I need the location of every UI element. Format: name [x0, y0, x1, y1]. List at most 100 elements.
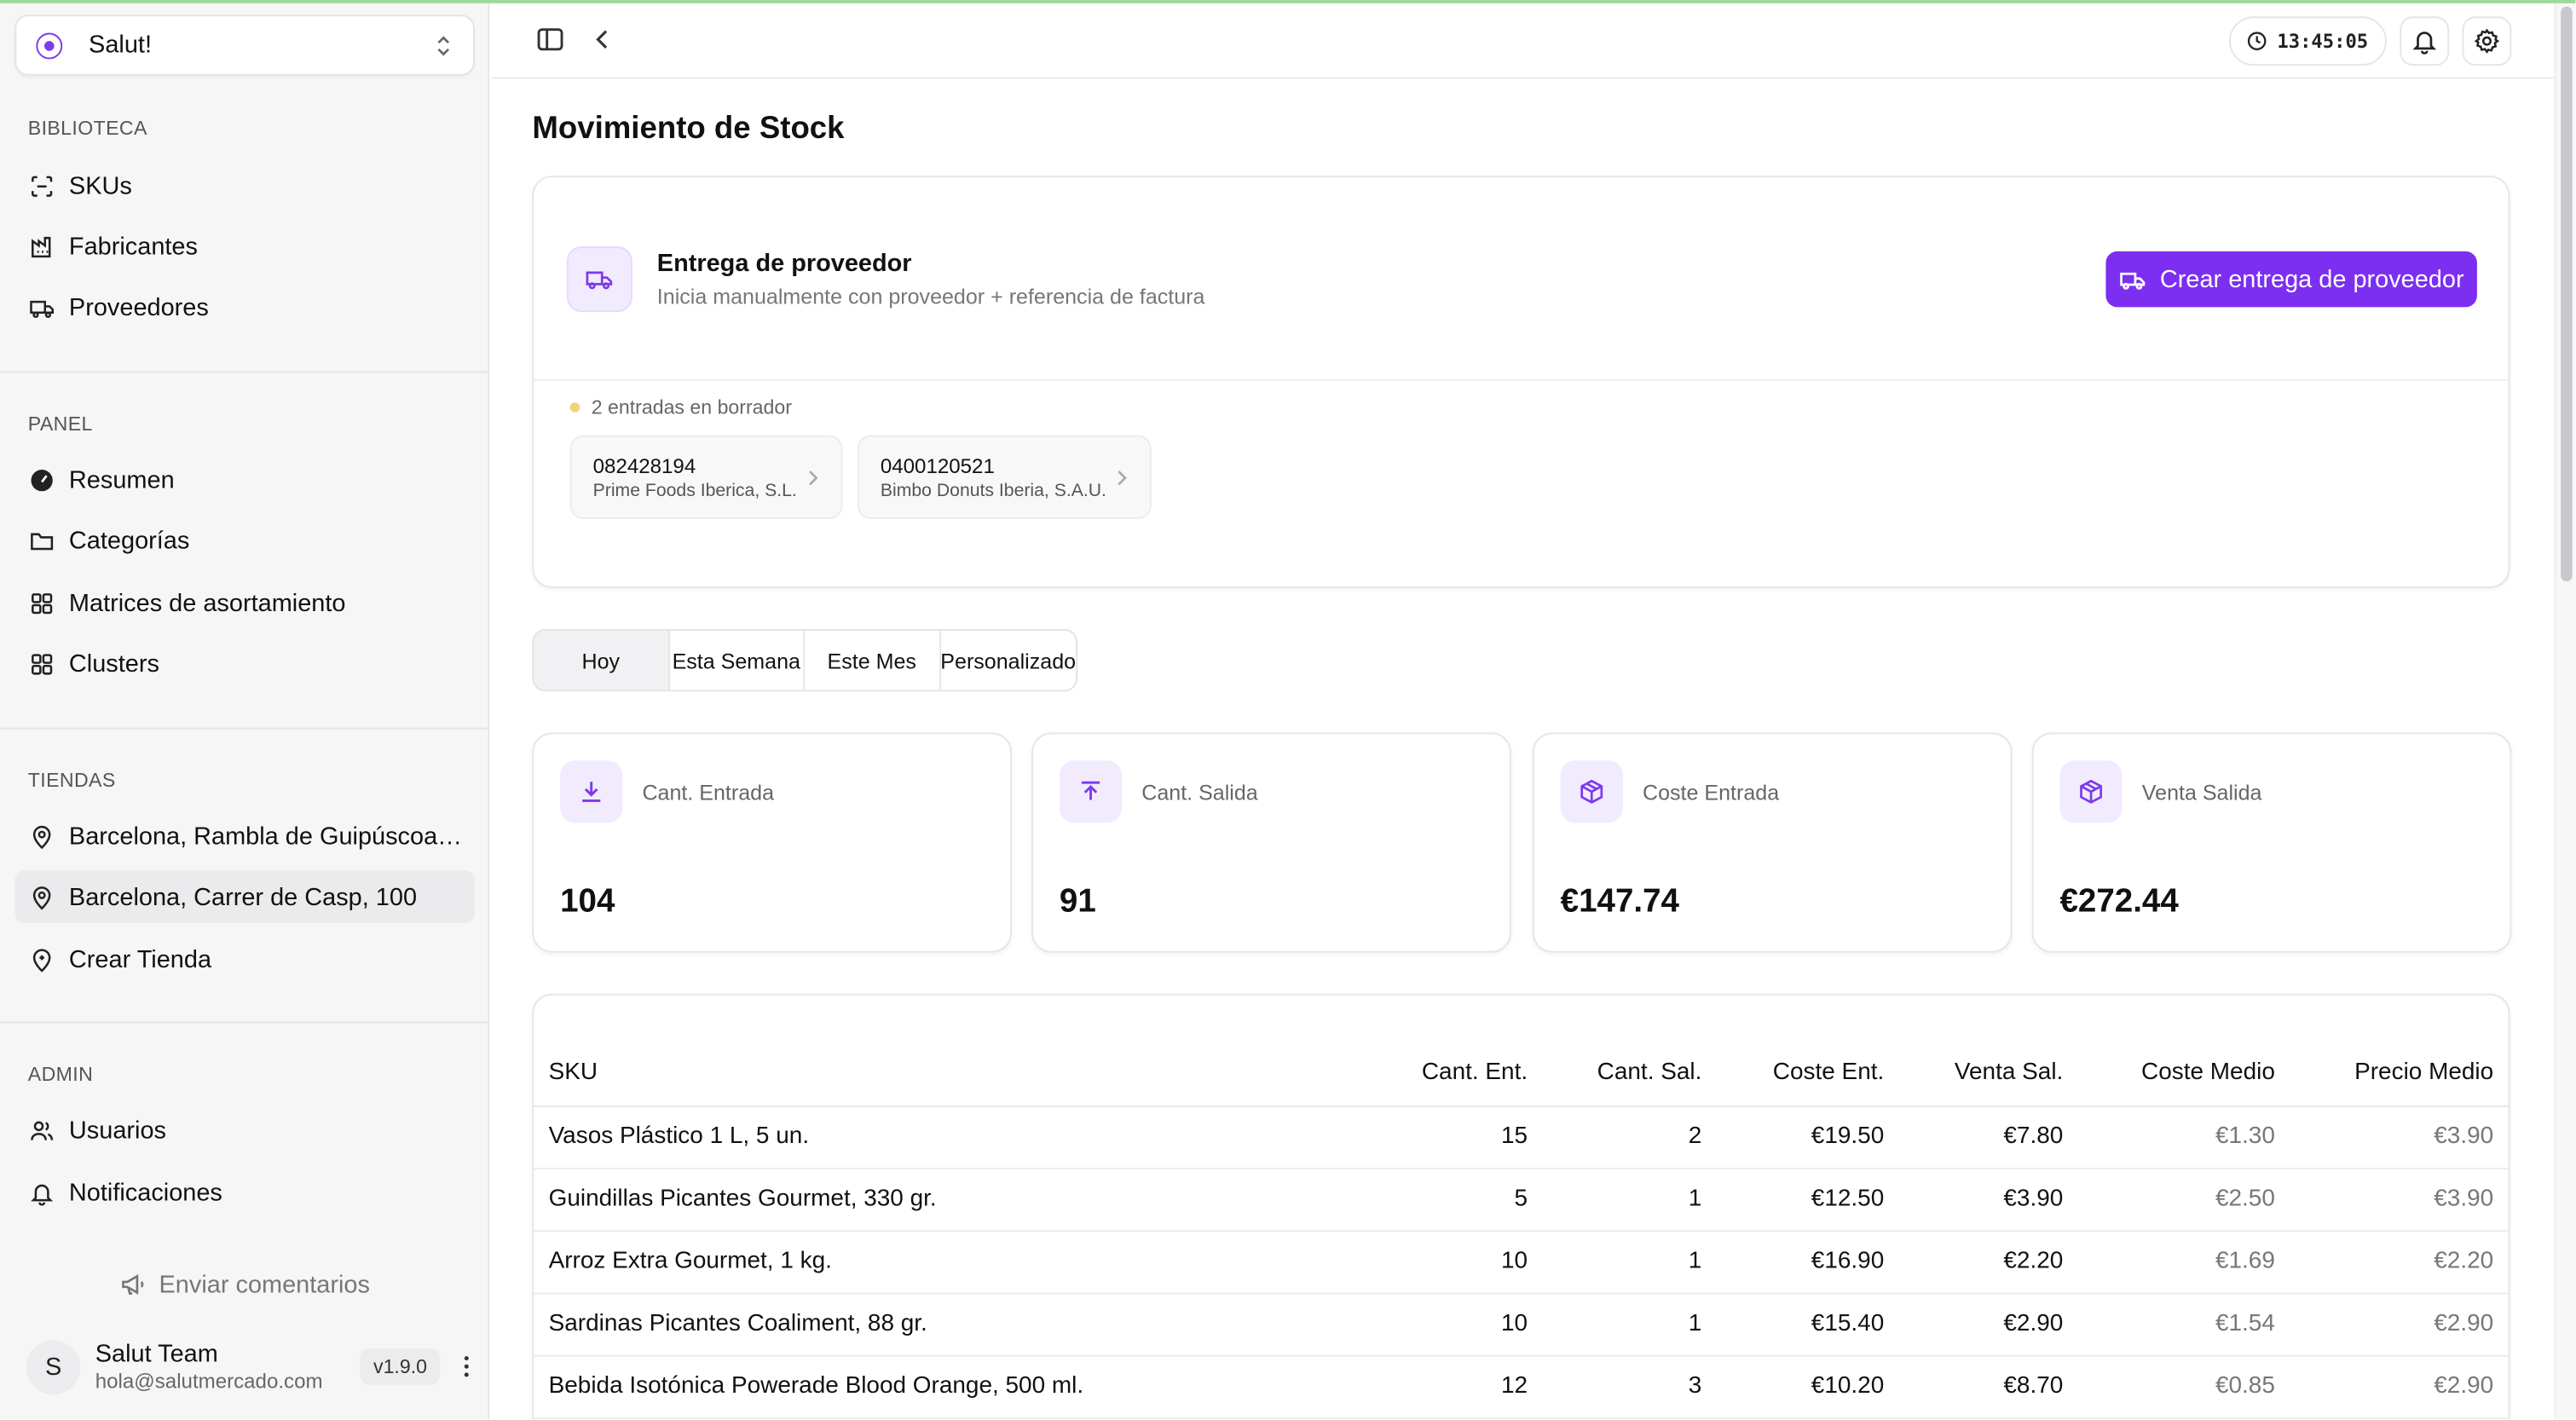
sidebar-item-label: Fabricantes: [68, 232, 198, 261]
section-title-panel: PANEL: [27, 412, 93, 436]
table-row[interactable]: Sardinas Picantes Coaliment, 88 gr. 10 1…: [534, 1292, 2509, 1356]
drafts-count: 2 entradas en borrador: [591, 395, 792, 419]
map-pin-plus-icon: [32, 948, 51, 972]
cell-venta-sal: €7.80: [1898, 1105, 2078, 1169]
sidebar-item-crear-tienda[interactable]: Crear Tienda: [14, 933, 475, 986]
sidebar-item-label: Categorías: [68, 526, 190, 555]
sidebar-item-store-casp[interactable]: Barcelona, Carrer de Casp, 100: [14, 870, 475, 923]
download-icon: [560, 760, 623, 823]
column-header[interactable]: SKU: [534, 1041, 1355, 1106]
table-row[interactable]: Vasos Plástico 1 L, 5 un. 15 2 €19.50 €7…: [534, 1105, 2509, 1169]
sidebar-item-clusters[interactable]: Clusters: [14, 638, 475, 690]
cell-cant-sal: 1: [1542, 1230, 1717, 1294]
notifications-button[interactable]: [2400, 16, 2450, 66]
stat-value: €272.44: [2059, 883, 2179, 921]
table-row[interactable]: Bebida Isotónica Powerade Blood Orange, …: [534, 1354, 2509, 1418]
column-header[interactable]: Venta Sal.: [1898, 1041, 2078, 1106]
column-header[interactable]: Precio Medio: [2290, 1041, 2509, 1106]
user-info: Salut Team hola@salutmercado.com: [95, 1339, 361, 1394]
sidebar-item-fabricantes[interactable]: Fabricantes: [14, 220, 475, 273]
package-icon: [2059, 760, 2123, 823]
sidebar-item-label: Notificaciones: [68, 1178, 222, 1207]
sidebar-toggle-icon[interactable]: [534, 23, 567, 56]
section-title-biblioteca: BIBLIOTECA: [27, 116, 147, 140]
gear-icon: [2474, 28, 2500, 54]
sidebar-item-label: Crear Tienda: [68, 944, 212, 973]
create-supplier-delivery-button[interactable]: Crear entrega de proveedor: [2105, 251, 2477, 308]
chevron-left-icon[interactable]: [586, 23, 620, 56]
sidebar-item-resumen[interactable]: Resumen: [14, 453, 475, 506]
bell-icon: [2412, 32, 2437, 55]
cell-sku: Bebida Isotónica Powerade Blood Orange, …: [534, 1354, 1355, 1418]
more-vertical-icon[interactable]: [457, 1354, 477, 1380]
table-row[interactable]: Guindillas Picantes Gourmet, 330 gr. 5 1…: [534, 1168, 2509, 1232]
column-header[interactable]: Coste Ent.: [1716, 1041, 1899, 1106]
settings-button[interactable]: [2462, 16, 2512, 66]
chevrons-up-down-icon: [437, 35, 450, 55]
draft-supplier: Bimbo Donuts Iberia, S.A.U.: [880, 481, 1106, 501]
sidebar-item-proveedores[interactable]: Proveedores: [14, 281, 475, 334]
draft-number: 0400120521: [880, 454, 995, 478]
cell-precio-medio: €3.90: [2290, 1168, 2509, 1232]
tab-esta-semana[interactable]: Esta Semana: [669, 630, 806, 690]
sidebar-divider: [0, 371, 490, 373]
stat-label: Cant. Entrada: [642, 780, 775, 805]
package-icon: [1560, 760, 1623, 823]
draft-entry-2[interactable]: 0400120521 Bimbo Donuts Iberia, S.A.U.: [857, 435, 1152, 519]
sidebar-item-notificaciones[interactable]: Notificaciones: [14, 1166, 475, 1219]
top-accent-line: [0, 0, 2576, 3]
workspace-switcher[interactable]: Salut!: [14, 14, 475, 76]
megaphone-icon: [121, 1273, 143, 1295]
upload-icon: [1059, 760, 1123, 823]
cell-cant-ent: 12: [1354, 1354, 1543, 1418]
truck-icon: [2120, 271, 2146, 289]
sidebar-item-skus[interactable]: SKUs: [14, 159, 475, 212]
cell-cant-sal: 1: [1542, 1168, 1717, 1232]
sidebar: Salut! BIBLIOTECA SKUs Fabricantes Prove…: [0, 0, 490, 1419]
feedback-label: Enviar comentarios: [159, 1270, 370, 1299]
stat-card-coste-entrada: Coste Entrada €147.74: [1532, 732, 2013, 953]
cell-precio-medio: €2.90: [2290, 1292, 2509, 1356]
column-header[interactable]: Cant. Sal.: [1542, 1041, 1717, 1106]
truck-icon: [566, 246, 632, 313]
tab-hoy[interactable]: Hoy: [534, 630, 670, 690]
sidebar-item-store-rambla[interactable]: Barcelona, Rambla de Guipúscoa, 100: [14, 810, 475, 863]
map-pin-icon: [32, 886, 51, 909]
period-tabs: Hoy Esta Semana Este Mes Personalizado: [532, 629, 1078, 692]
card-divider: [534, 379, 2509, 382]
stat-card-entrada: Cant. Entrada 104: [532, 732, 1013, 953]
user-name: Salut Team: [95, 1339, 218, 1368]
app-root: Salut! BIBLIOTECA SKUs Fabricantes Prove…: [0, 0, 2576, 1419]
clock-time: 13:45:05: [2277, 29, 2369, 53]
column-header[interactable]: Coste Medio: [2077, 1041, 2290, 1106]
page-title: Movimiento de Stock: [532, 112, 845, 147]
map-pin-icon: [32, 824, 51, 849]
feedback-button[interactable]: Enviar comentarios: [0, 1265, 489, 1304]
column-header[interactable]: Cant. Ent.: [1354, 1041, 1543, 1106]
workspace-logo-icon: [36, 32, 63, 59]
truck-icon: [30, 299, 55, 318]
stat-card-salida: Cant. Salida 91: [1031, 732, 1511, 953]
cell-sku: Vasos Plástico 1 L, 5 un.: [534, 1105, 1355, 1169]
sidebar-item-categorias[interactable]: Categorías: [14, 514, 475, 567]
user-menu[interactable]: S Salut Team hola@salutmercado.com v1.9.…: [26, 1331, 477, 1403]
cell-venta-sal: €8.70: [1898, 1354, 2078, 1418]
scrollbar-thumb[interactable]: [2561, 6, 2573, 582]
sidebar-item-label: Resumen: [68, 465, 175, 494]
cell-coste-medio: €1.69: [2077, 1230, 2290, 1294]
tab-este-mes[interactable]: Este Mes: [805, 630, 941, 690]
draft-entry-1[interactable]: 082428194 Prime Foods Iberica, S.L.: [569, 435, 843, 519]
cell-coste-medio: €0.85: [2077, 1354, 2290, 1418]
cell-coste-ent: €16.90: [1716, 1230, 1899, 1294]
cell-precio-medio: €2.90: [2290, 1354, 2509, 1418]
tab-personalizado[interactable]: Personalizado: [940, 630, 1077, 690]
sidebar-item-matrices[interactable]: Matrices de asortamiento: [14, 576, 475, 629]
stat-value: €147.74: [1560, 883, 1679, 921]
chevron-right-icon: [1118, 470, 1127, 486]
sidebar-item-usuarios[interactable]: Usuarios: [14, 1104, 475, 1157]
sidebar-item-label: Matrices de asortamiento: [68, 588, 346, 617]
cell-coste-medio: €1.30: [2077, 1105, 2290, 1169]
user-email: hola@salutmercado.com: [95, 1369, 323, 1393]
page-scrollbar[interactable]: [2554, 0, 2576, 1419]
table-row[interactable]: Arroz Extra Gourmet, 1 kg. 10 1 €16.90 €…: [534, 1230, 2509, 1294]
